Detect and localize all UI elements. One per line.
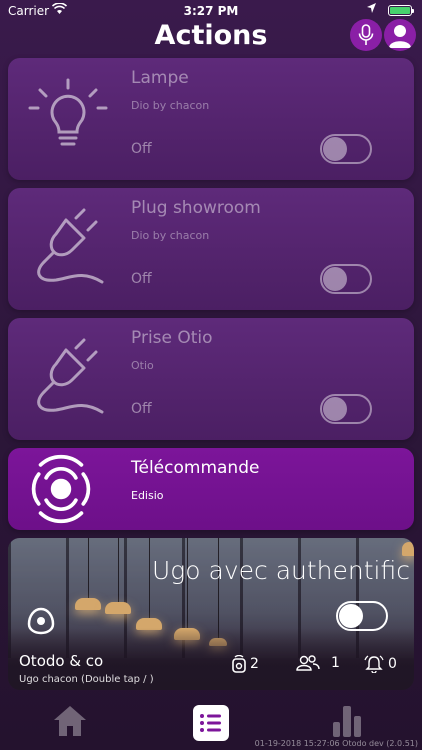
user-count-value: 1: [331, 655, 340, 671]
device-count: 2: [232, 655, 259, 673]
device-card-telecommande[interactable]: Télécommande Edisio: [8, 448, 414, 530]
tab-actions[interactable]: [192, 704, 230, 746]
status-time: 3:27 PM: [183, 4, 239, 18]
tab-home[interactable]: [52, 704, 88, 742]
list-icon: [193, 705, 229, 741]
device-name: Lampe: [131, 68, 189, 88]
user-avatar-icon: [389, 25, 411, 48]
location-arrow-icon: [367, 3, 376, 13]
alert-count-value: 0: [388, 656, 397, 672]
chart-icon: [333, 706, 361, 737]
device-state: Off: [131, 271, 152, 287]
device-state: Off: [131, 401, 152, 417]
device-count-value: 2: [250, 656, 259, 672]
device-toggle[interactable]: [320, 394, 372, 424]
device-toggle[interactable]: [320, 264, 372, 294]
lamp-decoration: [75, 598, 101, 610]
device-card-plug-showroom[interactable]: Plug showroom Dio by chacon Off: [8, 188, 414, 310]
microphone-button[interactable]: [350, 19, 382, 51]
otodo-logo-icon: [27, 607, 55, 635]
microphone-icon: [358, 24, 374, 45]
home-icon: [54, 706, 86, 736]
lightbulb-icon: [28, 78, 108, 146]
device-brand: Dio by chacon: [131, 99, 210, 112]
tab-statistics[interactable]: [332, 704, 362, 742]
scene-title: Ugo avec authentific: [151, 556, 410, 585]
alert-count: 0: [364, 655, 397, 673]
user-count: 1: [295, 655, 340, 671]
users-icon: [296, 655, 320, 671]
status-bar: Carrier 3:27 PM: [0, 0, 422, 22]
plug-icon: [37, 208, 104, 284]
devices-icon: [232, 655, 246, 673]
remote-icon: [31, 454, 91, 524]
device-state: Off: [131, 141, 152, 157]
device-brand: Dio by chacon: [131, 229, 210, 242]
device-name: Plug showroom: [131, 198, 261, 218]
device-brand: Edisio: [131, 489, 164, 502]
scene-user-line: Ugo chacon (Double tap / ): [19, 674, 154, 685]
device-card-prise-otio[interactable]: Prise Otio Otio Off: [8, 318, 414, 440]
device-name: Prise Otio: [131, 328, 213, 348]
device-name: Télécommande: [131, 458, 260, 478]
device-brand: Otio: [131, 359, 154, 372]
profile-button[interactable]: [384, 19, 416, 51]
scene-toggle[interactable]: [336, 601, 388, 631]
alarm-bell-icon: [364, 655, 384, 673]
lamp-decoration: [105, 602, 131, 614]
home-name: Otodo & co: [19, 652, 104, 670]
scene-card[interactable]: Ugo avec authentific Otodo & co Ugo chac…: [8, 538, 414, 690]
build-info: 01-19-2018 15:27:06 Otodo dev (2.0.51): [254, 739, 418, 748]
battery-icon: [388, 5, 414, 16]
tab-bar: 01-19-2018 15:27:06 Otodo dev (2.0.51): [0, 698, 422, 750]
plug-icon: [37, 338, 104, 414]
device-toggle[interactable]: [320, 134, 372, 164]
lamp-decoration: [402, 542, 414, 556]
device-card-lampe[interactable]: Lampe Dio by chacon Off: [8, 58, 414, 180]
